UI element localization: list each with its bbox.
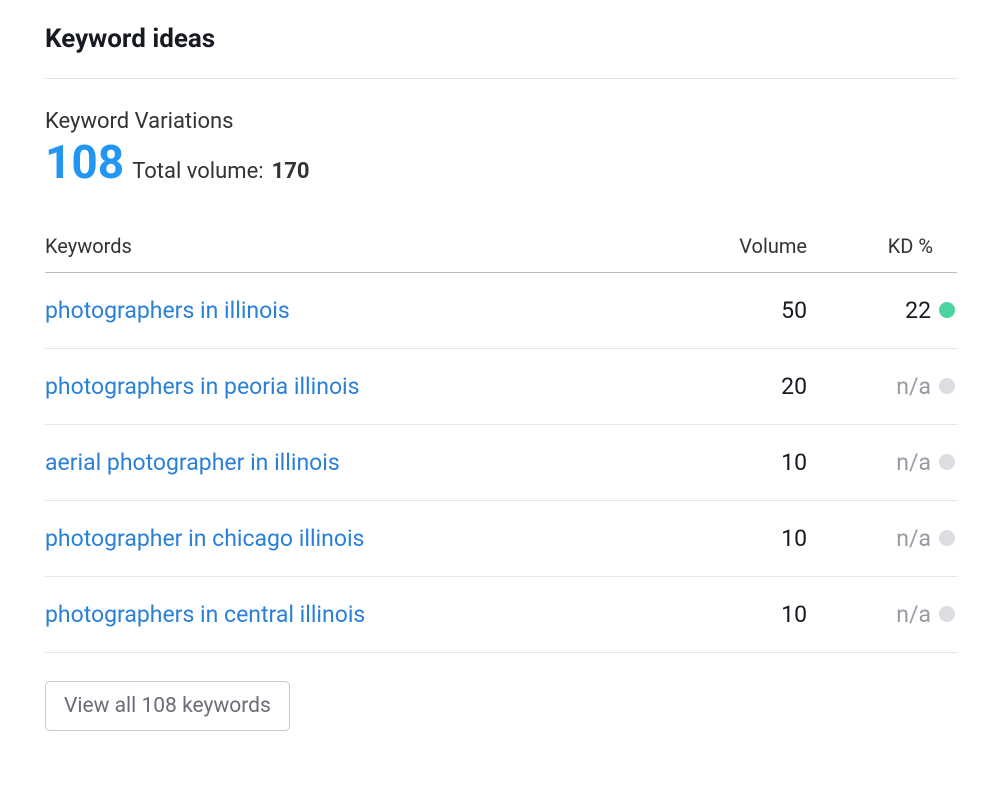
kd-difficulty-dot-icon [939, 302, 955, 318]
kd-difficulty-dot-icon [939, 454, 955, 470]
table-row: photographer in chicago illinois 10 n/a [45, 501, 957, 577]
keyword-link[interactable]: photographers in peoria illinois [45, 373, 360, 400]
kd-cell: n/a [807, 349, 957, 425]
total-volume-value: 170 [272, 159, 310, 184]
kd-value: n/a [896, 525, 931, 552]
keywords-table: Keywords Volume KD % photographers in il… [45, 224, 957, 653]
keyword-link[interactable]: aerial photographer in illinois [45, 449, 340, 476]
volume-cell: 20 [667, 349, 807, 425]
section-title: Keyword ideas [45, 24, 957, 79]
kd-value: n/a [896, 449, 931, 476]
kd-cell: n/a [807, 425, 957, 501]
kd-cell: n/a [807, 577, 957, 653]
variations-count: 108 [45, 140, 124, 186]
table-row: photographers in central illinois 10 n/a [45, 577, 957, 653]
column-header-keywords[interactable]: Keywords [45, 224, 667, 273]
kd-cell: n/a [807, 501, 957, 577]
table-row: aerial photographer in illinois 10 n/a [45, 425, 957, 501]
volume-cell: 10 [667, 577, 807, 653]
keyword-variations-label: Keyword Variations [45, 109, 957, 134]
kd-value: n/a [896, 601, 931, 628]
kd-difficulty-dot-icon [939, 378, 955, 394]
stats-row: 108 Total volume: 170 [45, 140, 957, 186]
kd-value: 22 [905, 297, 931, 324]
keyword-cell: photographer in chicago illinois [45, 501, 667, 577]
keyword-cell: photographers in central illinois [45, 577, 667, 653]
volume-cell: 10 [667, 501, 807, 577]
total-volume-label: Total volume: [132, 159, 263, 184]
keyword-link[interactable]: photographers in illinois [45, 297, 290, 324]
keyword-link[interactable]: photographers in central illinois [45, 601, 365, 628]
kd-value: n/a [896, 373, 931, 400]
kd-difficulty-dot-icon [939, 606, 955, 622]
table-row: photographers in peoria illinois 20 n/a [45, 349, 957, 425]
column-header-kd[interactable]: KD % [807, 224, 957, 273]
kd-difficulty-dot-icon [939, 530, 955, 546]
keyword-cell: photographers in peoria illinois [45, 349, 667, 425]
keyword-link[interactable]: photographer in chicago illinois [45, 525, 364, 552]
keyword-cell: photographers in illinois [45, 273, 667, 349]
volume-cell: 50 [667, 273, 807, 349]
table-row: photographers in illinois 50 22 [45, 273, 957, 349]
keyword-cell: aerial photographer in illinois [45, 425, 667, 501]
volume-cell: 10 [667, 425, 807, 501]
kd-cell: 22 [807, 273, 957, 349]
view-all-keywords-button[interactable]: View all 108 keywords [45, 681, 290, 731]
column-header-volume[interactable]: Volume [667, 224, 807, 273]
